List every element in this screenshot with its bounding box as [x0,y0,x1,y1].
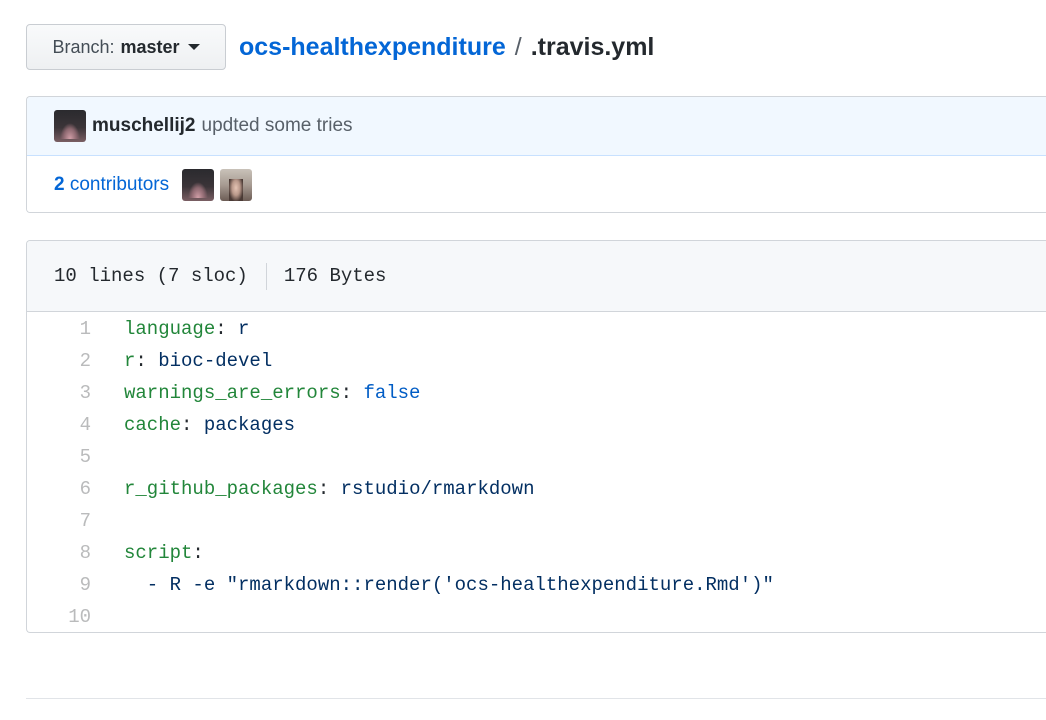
commit-tease: muschellij2 updted some tries 2 contribu… [26,96,1046,213]
file-info-header: 10 lines (7 sloc) 176 Bytes [27,241,1046,312]
code-line: 10 [27,601,1046,632]
code-line: 5 [27,441,1046,473]
line-number[interactable]: 6 [27,478,91,500]
line-number[interactable]: 4 [27,414,91,436]
breadcrumb-separator: / [514,32,522,61]
code-line: 8 script: [27,537,1046,569]
file-info-divider [265,262,267,290]
yaml-colon: : [215,318,227,340]
line-number[interactable]: 2 [27,350,91,372]
contributors-link[interactable]: 2 contributors [54,174,169,196]
code-line: 3 warnings_are_errors: false [27,377,1046,409]
branch-name: master [120,36,180,57]
yaml-key: cache [124,414,182,436]
code-line: 4 cache: packages [27,409,1046,441]
line-content: script: [91,542,204,564]
line-content: cache: packages [91,414,295,436]
yaml-value: bioc-devel [146,350,273,372]
contributors-row: 2 contributors [27,156,1046,212]
latest-commit-row: muschellij2 updted some tries [27,97,1046,156]
footer-divider [26,698,1046,699]
code-line: 6 r_github_packages: rstudio/rmarkdown [27,473,1046,505]
commit-message-link[interactable]: updted some tries [202,115,353,137]
author-avatar[interactable] [54,110,86,142]
yaml-colon: : [181,414,193,436]
breadcrumb: ocs-healthexpenditure / .travis.yml [239,33,654,62]
line-content: - R -e "rmarkdown::render('ocs-healthexp… [91,574,774,596]
yaml-key: r [124,350,136,372]
code-line: 1 language: r [27,313,1046,345]
line-number[interactable]: 8 [27,542,91,564]
yaml-key: script [124,542,193,564]
line-number[interactable]: 7 [27,510,91,532]
file-view: Branch: master ocs-healthexpenditure / .… [0,0,1046,720]
file-content-box: 10 lines (7 sloc) 176 Bytes 1 language: r… [26,240,1046,633]
contributors-label: contributors [69,174,170,195]
contributor-avatar[interactable] [220,169,253,201]
yaml-key: language [124,318,216,340]
yaml-colon: : [192,542,204,564]
yaml-value: r [226,318,250,340]
code-table: 1 language: r 2 r: bioc-devel 3 warnings_are_… [27,312,1046,632]
line-content: r_github_packages: rstudio/rmarkdown [91,478,534,500]
yaml-key: r_github_packages [124,478,318,500]
yaml-colon: : [317,478,330,500]
file-navigation: Branch: master ocs-healthexpenditure / .… [26,24,654,70]
breadcrumb-file-name: .travis.yml [530,32,655,61]
yaml-colon: : [340,382,353,404]
branch-select-button[interactable]: Branch: master [26,24,226,70]
caret-down-icon [187,44,200,50]
line-content: warnings_are_errors: false [91,382,420,404]
yaml-value: false [352,382,421,404]
line-content: language: r [91,318,249,340]
breadcrumb-repo-link[interactable]: ocs-healthexpenditure [239,33,506,62]
yaml-colon: : [135,350,147,372]
code-line: 9 - R -e "rmarkdown::render('ocs-healthe… [27,569,1046,601]
line-number[interactable]: 9 [27,574,91,596]
branch-label: Branch: [52,36,115,57]
file-line-count: 10 lines (7 sloc) [54,265,248,287]
contributors-count: 2 [54,174,65,195]
line-number[interactable]: 10 [27,606,91,628]
line-number[interactable]: 1 [27,318,91,340]
line-number[interactable]: 5 [27,446,91,468]
commit-author-link[interactable]: muschellij2 [92,115,196,137]
yaml-key: warnings_are_errors [124,382,341,404]
contributor-avatars [182,169,253,201]
yaml-value: packages [192,414,296,436]
yaml-value: - R -e "rmarkdown::render('ocs-healthexp… [124,574,774,596]
file-size: 176 Bytes [283,265,387,287]
code-line: 7 [27,505,1046,537]
line-number[interactable]: 3 [27,382,91,404]
yaml-value: rstudio/rmarkdown [329,478,535,500]
contributor-avatar[interactable] [182,169,215,201]
code-line: 2 r: bioc-devel [27,345,1046,377]
line-content: r: bioc-devel [91,350,272,372]
